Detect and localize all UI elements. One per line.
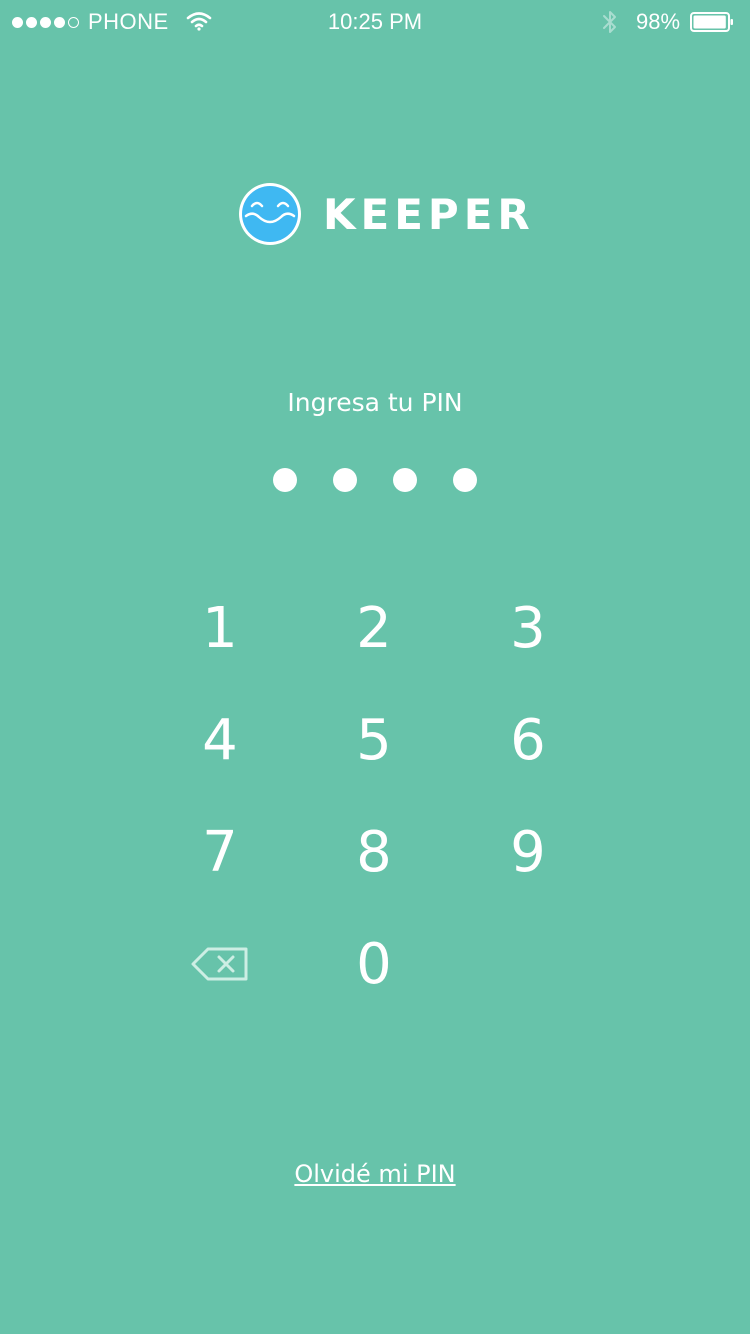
app-name: KEEPER	[323, 189, 535, 239]
key-0[interactable]: 0	[297, 908, 451, 1020]
delete-button[interactable]	[143, 908, 297, 1020]
key-4[interactable]: 4	[143, 684, 297, 796]
pin-entry-indicator	[273, 468, 477, 492]
bluetooth-icon	[603, 11, 616, 33]
battery-percentage: 98%	[636, 9, 681, 34]
key-8[interactable]: 8	[297, 796, 451, 908]
key-2[interactable]: 2	[297, 572, 451, 684]
key-9[interactable]: 9	[451, 796, 605, 908]
app-logo: KEEPER	[237, 181, 535, 247]
key-3[interactable]: 3	[451, 572, 605, 684]
forgot-pin-container: Olvidé mi PIN	[0, 1160, 750, 1188]
key-1[interactable]: 1	[143, 572, 297, 684]
pin-dot	[453, 468, 477, 492]
pin-dot	[393, 468, 417, 492]
pin-prompt: Ingresa tu PIN	[287, 388, 463, 417]
pin-dot	[333, 468, 357, 492]
forgot-pin-link[interactable]: Olvidé mi PIN	[294, 1160, 455, 1188]
battery-icon	[690, 12, 733, 32]
pin-dot	[273, 468, 297, 492]
key-7[interactable]: 7	[143, 796, 297, 908]
key-5[interactable]: 5	[297, 684, 451, 796]
key-6[interactable]: 6	[451, 684, 605, 796]
backspace-icon	[191, 947, 248, 981]
smiling-face-icon	[239, 183, 301, 245]
keypad-empty-slot	[451, 908, 605, 1020]
numeric-keypad: 1 2 3 4 5 6 7 8 9 0	[143, 572, 605, 1020]
status-bar: PHONE 10:25 PM 98%	[0, 0, 750, 44]
